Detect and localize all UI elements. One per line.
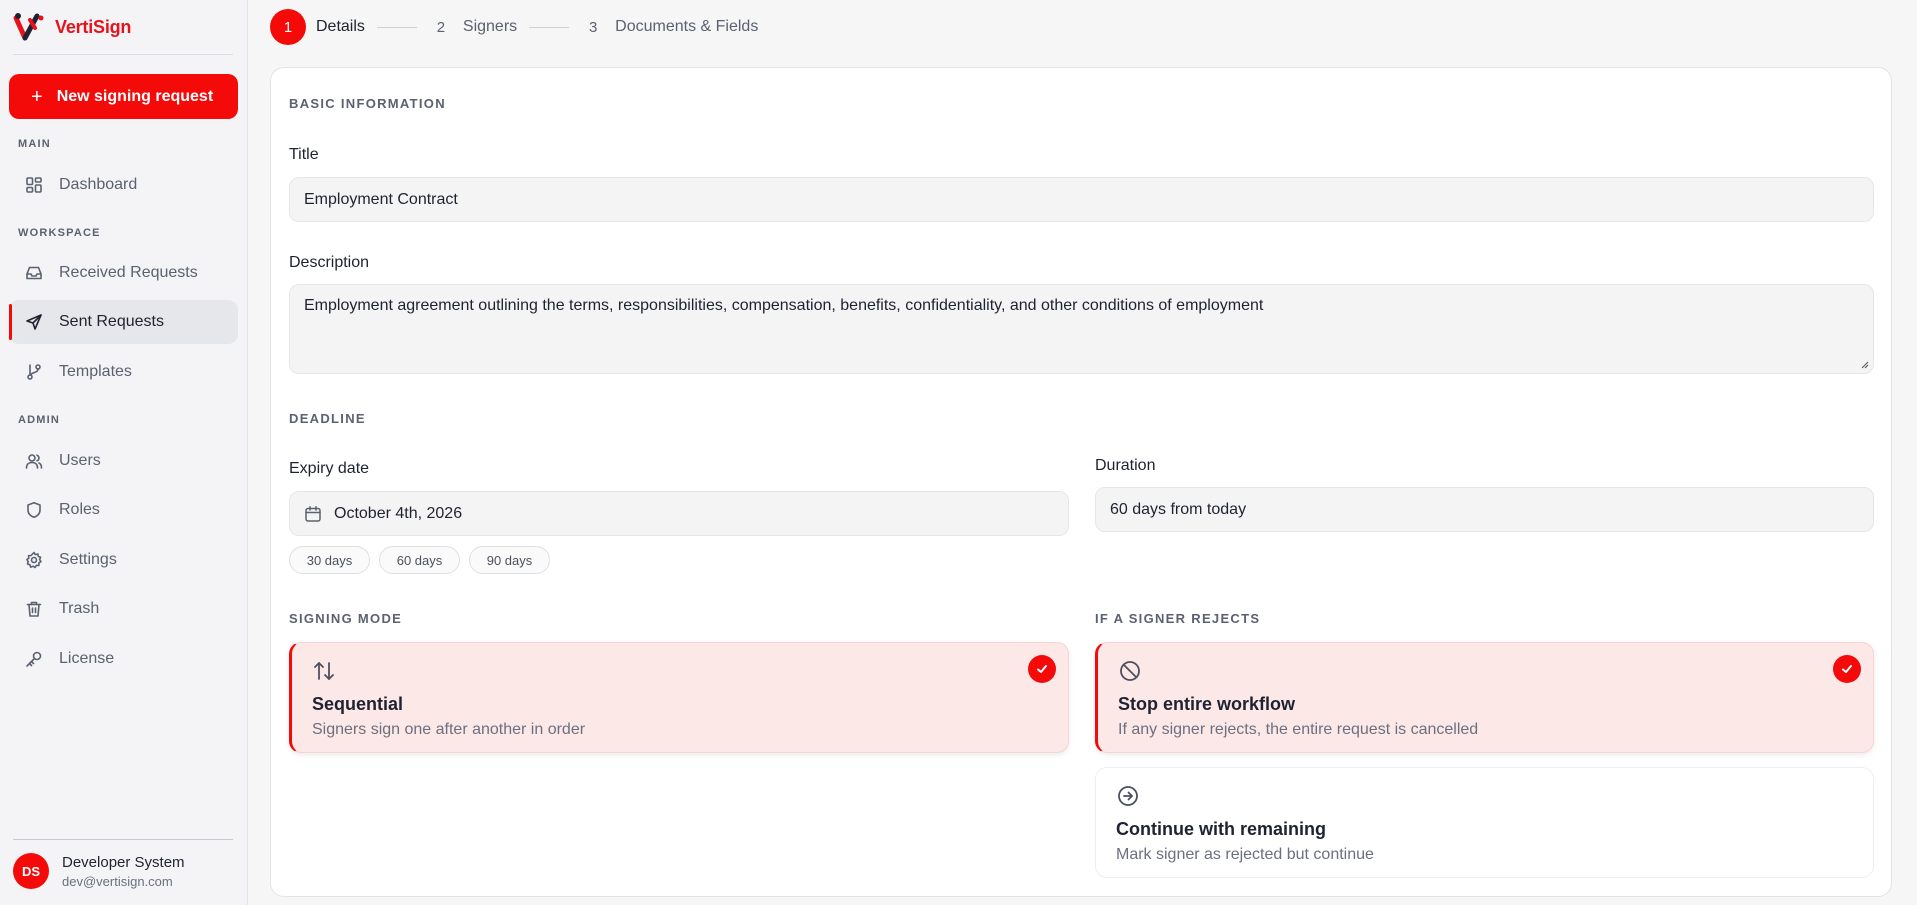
sidebar-item-trash[interactable]: Trash — [9, 587, 238, 631]
option-description: If any signer rejects, the entire reques… — [1118, 721, 1479, 738]
title-value: Employment Contract — [304, 190, 458, 208]
gear-icon — [26, 551, 42, 569]
sidebar-item-label: Settings — [59, 551, 117, 568]
sidebar-item-templates[interactable]: Templates — [9, 350, 238, 394]
step-separator — [376, 26, 417, 28]
section-label-admin: ADMIN — [18, 414, 61, 426]
sidebar-item-users[interactable]: Users — [9, 439, 238, 483]
duration-label: Duration — [1095, 457, 1156, 474]
plus-icon: + — [31, 85, 43, 108]
sidebar-item-settings[interactable]: Settings — [9, 538, 238, 582]
brand[interactable]: VertiSign — [13, 8, 131, 46]
dashboard-icon — [26, 177, 42, 193]
sidebar-item-label: Received Requests — [59, 264, 198, 281]
step-documents-label[interactable]: Documents & Fields — [615, 18, 758, 36]
option-title: Stop entire workflow — [1118, 694, 1296, 714]
sidebar-item-label: Sent Requests — [59, 313, 164, 330]
step-details-label[interactable]: Details — [316, 18, 365, 36]
sidebar: VertiSign + New signing request MAIN Das… — [0, 0, 248, 905]
trash-icon — [26, 601, 42, 617]
duration-value: 60 days from today — [1110, 500, 1247, 518]
new-signing-request-button[interactable]: + New signing request — [9, 74, 238, 119]
step-separator — [529, 26, 570, 28]
step-signers-label[interactable]: Signers — [463, 18, 517, 36]
new-signing-request-label: New signing request — [56, 87, 214, 105]
preset-30-days-chip[interactable]: 30 days — [289, 546, 370, 574]
preset-90-days-chip[interactable]: 90 days — [469, 546, 550, 574]
signer-rejects-heading: IF A SIGNER REJECTS — [1095, 611, 1261, 626]
signing-mode-sequential-option[interactable]: Sequential Signers sign one after anothe… — [289, 642, 1069, 753]
check-icon — [1028, 655, 1056, 683]
details-form-card: BASIC INFORMATION Title Employment Contr… — [270, 67, 1892, 897]
option-title: Continue with remaining — [1116, 819, 1326, 839]
calendar-icon — [305, 505, 321, 522]
divider — [13, 54, 233, 55]
preset-60-days-chip[interactable]: 60 days — [379, 546, 460, 574]
divider — [13, 839, 233, 840]
duration-field: 60 days from today — [1095, 487, 1874, 532]
description-textarea[interactable]: Employment agreement outlining the terms… — [289, 284, 1874, 374]
resize-handle-icon[interactable] — [1859, 359, 1869, 369]
basic-information-heading: BASIC INFORMATION — [289, 96, 446, 111]
deadline-heading: DEADLINE — [289, 411, 366, 426]
sidebar-item-label: Users — [59, 452, 101, 469]
description-value: Employment agreement outlining the terms… — [304, 297, 1264, 314]
option-description: Signers sign one after another in order — [312, 721, 586, 738]
option-title: Sequential — [312, 694, 404, 714]
expiry-date-value: October 4th, 2026 — [334, 504, 463, 522]
sidebar-item-received-requests[interactable]: Received Requests — [9, 251, 238, 295]
reject-stop-workflow-option[interactable]: Stop entire workflow If any signer rejec… — [1095, 642, 1874, 753]
sidebar-item-dashboard[interactable]: Dashboard — [9, 163, 238, 207]
step-number[interactable]: 2 — [429, 9, 453, 45]
user-name: Developer System — [62, 853, 185, 871]
title-input[interactable]: Employment Contract — [289, 177, 1874, 222]
avatar: DS — [13, 853, 49, 889]
step-number[interactable]: 3 — [581, 9, 605, 45]
sidebar-item-label: License — [59, 650, 115, 667]
title-label: Title — [289, 146, 319, 163]
reject-continue-option[interactable]: Continue with remaining Mark signer as r… — [1095, 767, 1874, 878]
expiry-date-label: Expiry date — [289, 460, 370, 477]
arrow-circle-icon — [1118, 786, 1138, 806]
sidebar-item-label: Trash — [59, 600, 100, 617]
branch-icon — [27, 364, 41, 380]
key-icon — [26, 651, 42, 667]
step-number[interactable]: 1 — [270, 9, 306, 45]
sidebar-item-label: Roles — [59, 501, 100, 518]
sidebar-item-sent-requests[interactable]: Sent Requests — [9, 300, 238, 344]
sidebar-item-label: Templates — [59, 363, 132, 380]
user-email: dev@vertisign.com — [62, 873, 173, 889]
user-profile[interactable]: DS Developer System dev@vertisign.com — [13, 853, 185, 889]
send-icon — [26, 314, 42, 330]
section-label-main: MAIN — [18, 138, 51, 150]
stepper: 1 Details 2 Signers 3 Documents & Fields — [270, 9, 758, 45]
sidebar-item-label: Dashboard — [59, 176, 138, 193]
shield-icon — [27, 502, 41, 519]
signing-mode-heading: SIGNING MODE — [289, 611, 403, 626]
option-description: Mark signer as rejected but continue — [1116, 846, 1374, 863]
description-label: Description — [289, 254, 370, 271]
vertisign-logo-icon — [13, 13, 44, 41]
sort-arrows-icon — [314, 662, 334, 680]
ban-icon — [1120, 661, 1140, 681]
section-label-workspace: WORKSPACE — [18, 227, 101, 239]
expiry-date-picker[interactable]: October 4th, 2026 — [289, 491, 1069, 536]
inbox-icon — [26, 266, 42, 280]
users-icon — [25, 454, 43, 469]
brand-name: VertiSign — [55, 16, 132, 37]
sidebar-item-license[interactable]: License — [9, 637, 238, 681]
sidebar-item-roles[interactable]: Roles — [9, 488, 238, 532]
check-icon — [1833, 655, 1861, 683]
